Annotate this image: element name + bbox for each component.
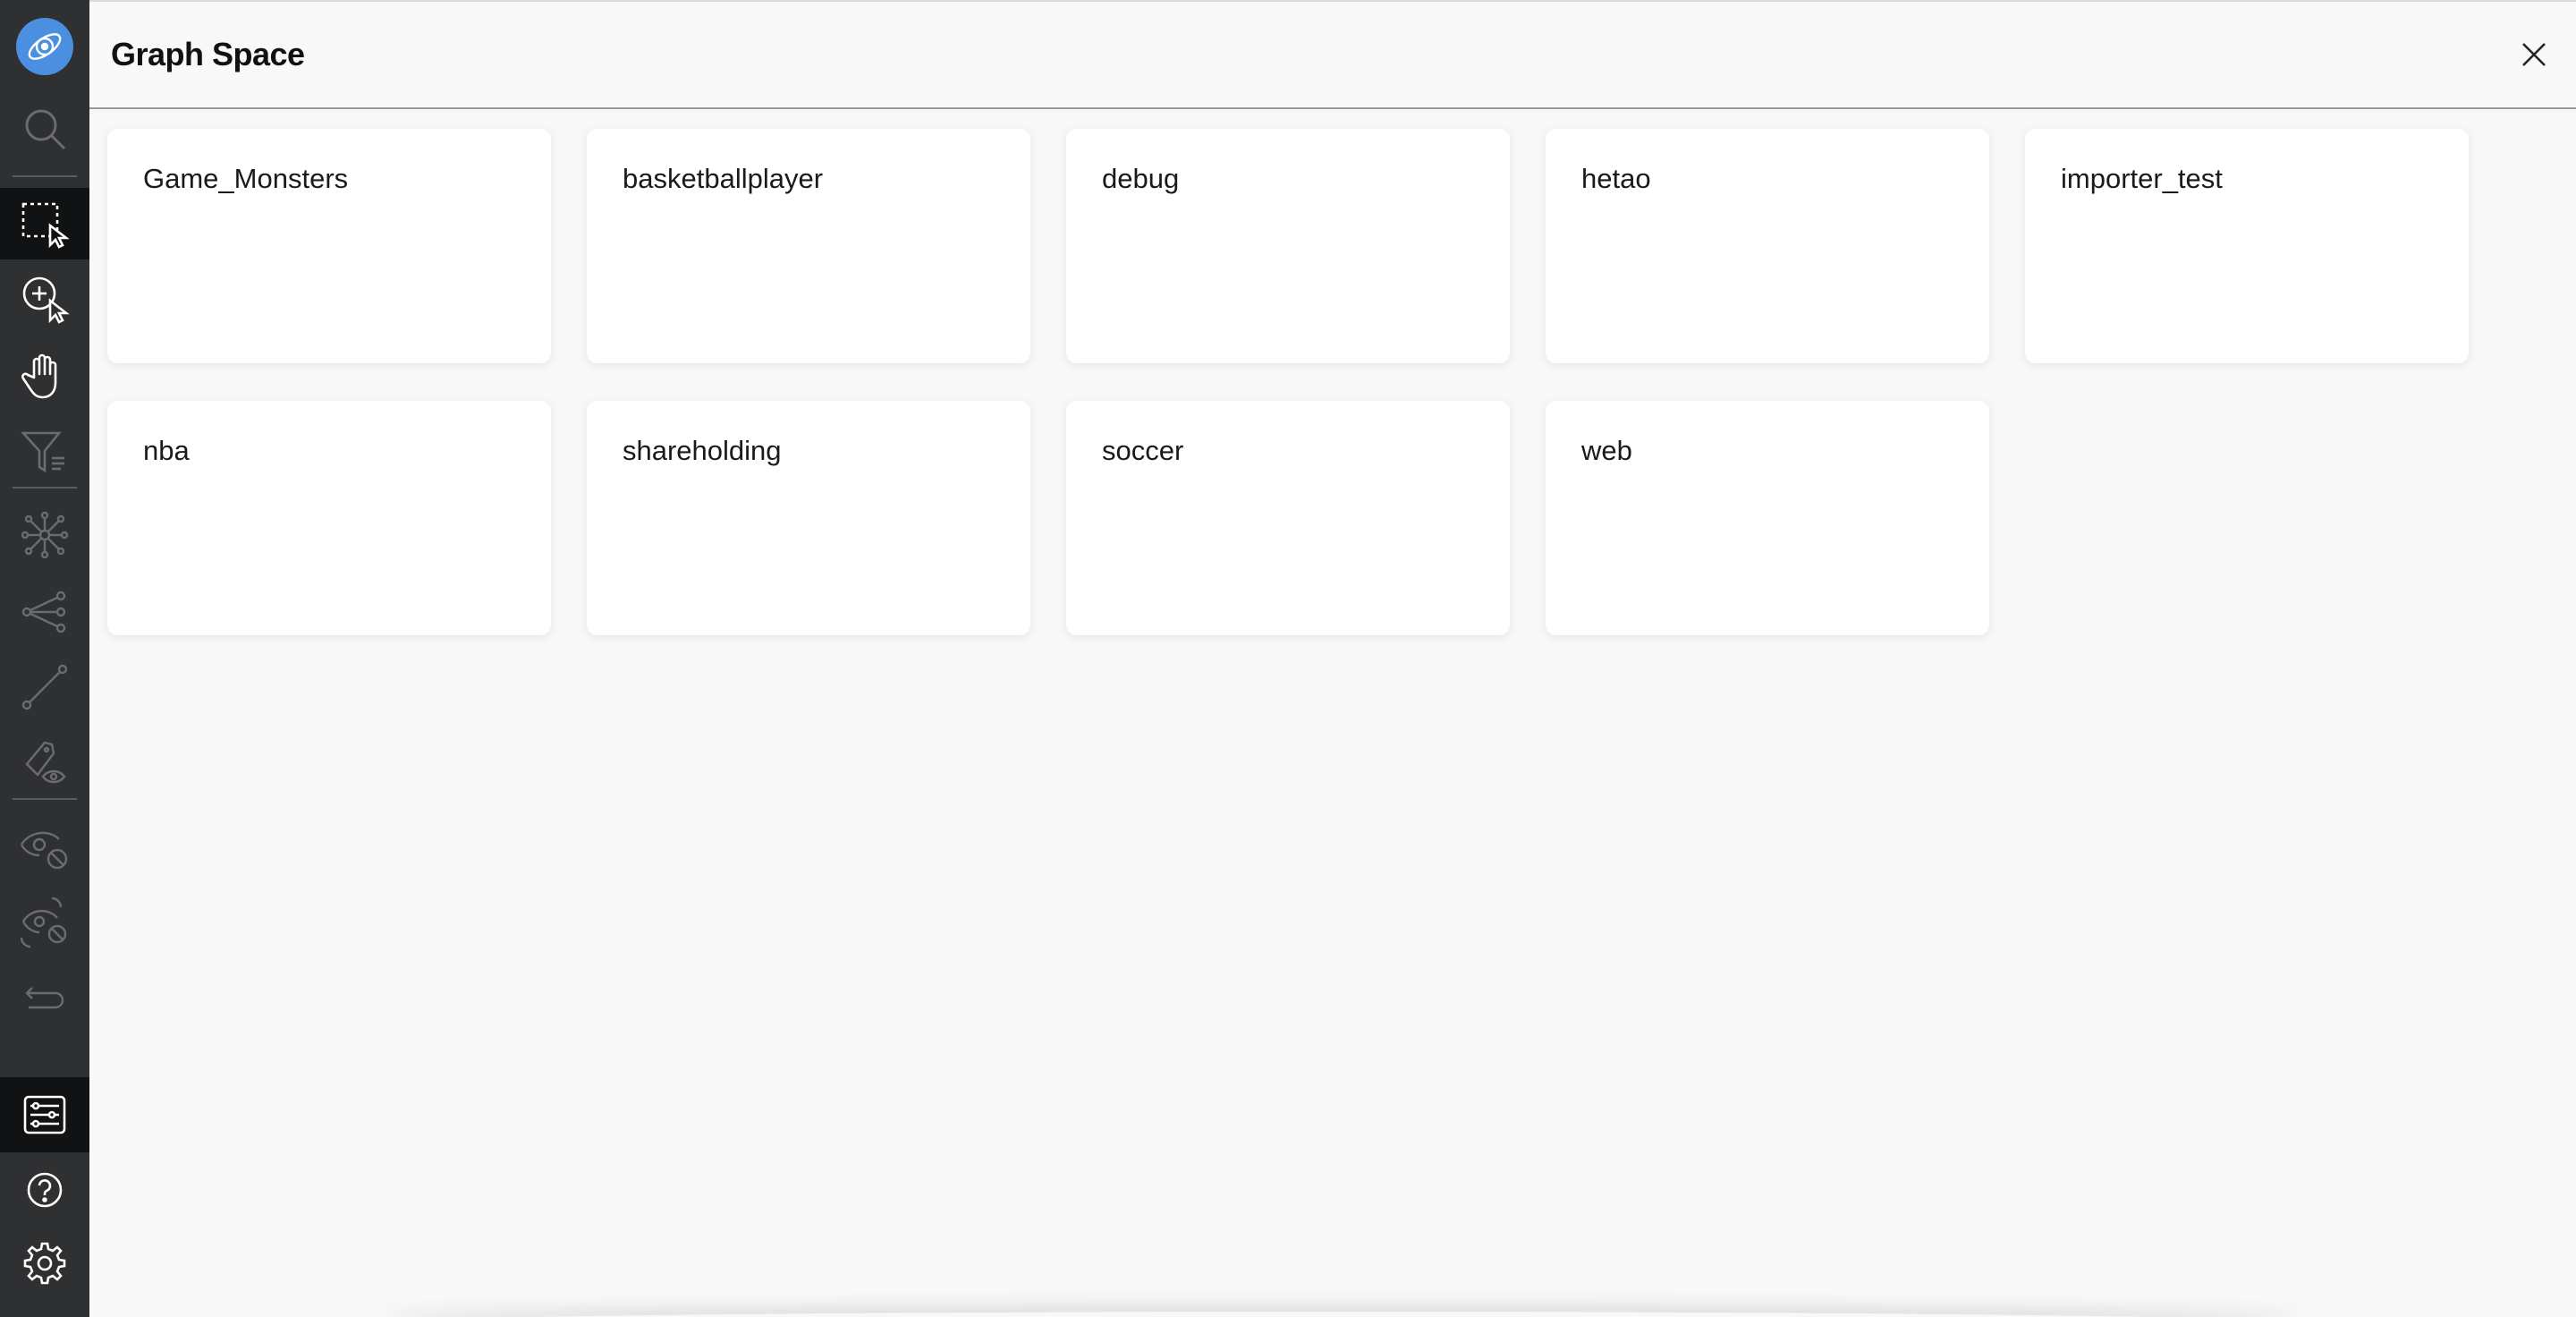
search-icon: [25, 109, 66, 150]
help-icon: [27, 1172, 63, 1208]
tag-eye-icon: [25, 741, 66, 784]
box-select-icon: [21, 202, 70, 249]
close-icon: [2522, 43, 2546, 66]
close-button[interactable]: [2512, 32, 2556, 77]
add-select-icon: [22, 276, 70, 324]
toolbar-divider: [13, 175, 77, 177]
bottom-drawer-shadow: [385, 1312, 2299, 1317]
space-card[interactable]: soccer: [1066, 401, 1510, 635]
left-toolbar: [0, 0, 89, 1317]
path-icon: [21, 664, 68, 710]
panel-header: Graph Space: [89, 2, 2576, 109]
add-select-tool[interactable]: [0, 263, 89, 335]
hand-icon: [21, 353, 57, 399]
graph-space-tool[interactable]: [0, 1077, 89, 1152]
space-card-name: hetao: [1581, 163, 1651, 194]
eye-hide-others-icon: [20, 896, 67, 948]
hide-others-tool[interactable]: [0, 886, 89, 957]
property-view-tool[interactable]: [0, 726, 89, 798]
space-card[interactable]: Game_Monsters: [107, 129, 551, 363]
common-neighbor-tool[interactable]: [0, 576, 89, 648]
hide-tool[interactable]: [0, 811, 89, 882]
toolbar-divider: [13, 798, 77, 800]
space-card-name: debug: [1102, 163, 1180, 194]
panel-title: Graph Space: [111, 36, 305, 72]
space-card[interactable]: shareholding: [587, 401, 1030, 635]
space-card-name: basketballplayer: [623, 163, 824, 194]
space-card[interactable]: basketballplayer: [587, 129, 1030, 363]
space-card[interactable]: web: [1546, 401, 1989, 635]
space-card-name: shareholding: [623, 435, 782, 466]
space-card-name: Game_Monsters: [143, 163, 349, 194]
search-tool[interactable]: [0, 93, 89, 165]
space-card[interactable]: nba: [107, 401, 551, 635]
filter-icon: [21, 431, 64, 473]
space-card[interactable]: importer_test: [2025, 129, 2469, 363]
undo-tool[interactable]: [0, 961, 89, 1032]
eye-hide-icon: [20, 831, 68, 870]
space-card-name: web: [1581, 435, 1632, 466]
space-card[interactable]: hetao: [1546, 129, 1989, 363]
undo-icon: [25, 987, 64, 1009]
nebula-logo-icon[interactable]: [16, 18, 73, 75]
path-tool[interactable]: [0, 651, 89, 723]
help-tool[interactable]: [0, 1154, 89, 1226]
settings-tool[interactable]: [0, 1228, 89, 1299]
expand-tool[interactable]: [0, 499, 89, 571]
gear-icon: [23, 1242, 66, 1285]
share-icon: [21, 591, 66, 633]
pan-tool[interactable]: [0, 340, 89, 412]
space-grid: Game_Monsters basketballplayer debug het…: [107, 129, 2469, 635]
graph-space-panel: Graph Space Game_Monsters basketballplay…: [89, 0, 2576, 1317]
toolbar-divider: [13, 487, 77, 489]
list-settings-icon: [23, 1095, 66, 1134]
space-card[interactable]: debug: [1066, 129, 1510, 363]
space-card-name: nba: [143, 435, 190, 466]
box-select-tool[interactable]: [0, 188, 89, 259]
filter-tool[interactable]: [0, 415, 89, 487]
space-card-name: importer_test: [2061, 163, 2223, 194]
expand-graph-icon: [21, 511, 69, 559]
space-card-name: soccer: [1102, 435, 1184, 466]
app: Graph Space Game_Monsters basketballplay…: [0, 0, 2576, 1317]
